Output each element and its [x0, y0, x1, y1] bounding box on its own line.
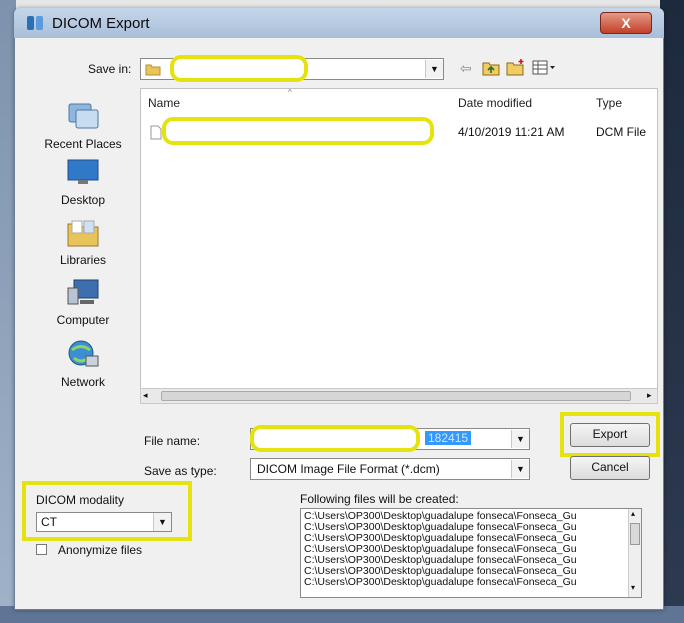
file-name-value: 182415 — [425, 431, 472, 445]
column-header-name[interactable]: Name — [148, 96, 180, 110]
file-icon — [150, 125, 162, 140]
list-item: C:\Users\OP300\Desktop\guadalupe fonseca… — [304, 533, 577, 544]
column-header-type[interactable]: Type — [596, 96, 622, 110]
file-type: DCM File — [596, 125, 646, 139]
new-folder-icon[interactable] — [506, 58, 526, 76]
scrollbar-thumb[interactable] — [630, 523, 640, 545]
modality-highlight — [22, 481, 192, 541]
libraries-icon — [67, 220, 99, 247]
save-as-type-value: DICOM Image File Format (*.dcm) — [257, 462, 440, 476]
scroll-up-icon[interactable]: ▴ — [631, 509, 635, 518]
place-label: Network — [60, 375, 105, 389]
desktop-icon — [67, 159, 99, 184]
list-item: C:\Users\OP300\Desktop\guadalupe fonseca… — [304, 577, 577, 588]
dicom-modality-label: DICOM modality — [36, 493, 125, 507]
views-menu-icon[interactable] — [532, 60, 556, 76]
chevron-down-icon[interactable]: ▼ — [153, 513, 171, 531]
place-label: Computer — [56, 313, 110, 327]
place-recent-places[interactable]: Recent Places — [30, 98, 136, 151]
place-label: Recent Places — [44, 137, 122, 151]
window-title: DICOM Export — [52, 15, 150, 32]
folder-icon — [145, 64, 161, 76]
list-item: C:\Users\OP300\Desktop\guadalupe fonseca… — [304, 544, 577, 555]
list-item: C:\Users\OP300\Desktop\guadalupe fonseca… — [304, 522, 577, 533]
places-bar: Recent Places Desktop Libraries Computer… — [30, 88, 136, 400]
dicom-modality-dropdown[interactable]: CT ▼ — [36, 512, 172, 532]
chevron-down-icon[interactable]: ▼ — [511, 430, 529, 448]
place-desktop[interactable]: Desktop — [30, 158, 136, 207]
redacted-file-name-prefix — [250, 425, 420, 452]
scrollbar-thumb[interactable] — [161, 391, 631, 401]
list-item: C:\Users\OP300\Desktop\guadalupe fonseca… — [304, 555, 577, 566]
sort-arrow-icon: ^ — [288, 88, 292, 97]
anonymize-label: Anonymize files — [58, 543, 143, 557]
dicom-modality-value: CT — [41, 515, 57, 529]
cancel-button[interactable]: Cancel — [570, 456, 650, 480]
export-button[interactable]: Export — [570, 423, 650, 447]
redacted-file-name — [162, 117, 434, 145]
files-vertical-scrollbar[interactable]: ▴ ▾ — [628, 509, 641, 597]
save-as-type-dropdown[interactable]: DICOM Image File Format (*.dcm) ▼ — [250, 458, 530, 480]
network-icon — [68, 340, 99, 367]
anonymize-checkbox[interactable] — [36, 544, 47, 555]
up-folder-icon[interactable] — [482, 60, 500, 76]
file-date-modified: 4/10/2019 11:21 AM — [458, 125, 565, 139]
save-in-label: Save in: — [88, 62, 132, 76]
redacted-folder-name — [170, 55, 308, 82]
scroll-left-icon[interactable]: ◂ — [143, 390, 148, 401]
following-files-list[interactable]: C:\Users\OP300\Desktop\guadalupe fonseca… — [300, 508, 642, 598]
file-name-label: File name: — [144, 434, 201, 448]
save-as-type-label: Save as type: — [144, 464, 217, 478]
scroll-right-icon[interactable]: ▸ — [647, 390, 652, 401]
close-button[interactable]: X — [600, 12, 652, 34]
place-label: Desktop — [60, 193, 106, 207]
place-libraries[interactable]: Libraries — [30, 218, 136, 267]
place-computer[interactable]: Computer — [30, 278, 136, 327]
following-files-label: Following files will be created: — [300, 492, 459, 506]
recent-places-icon — [68, 103, 99, 129]
app-icon — [27, 16, 43, 30]
chevron-down-icon[interactable]: ▼ — [425, 60, 443, 78]
list-item: C:\Users\OP300\Desktop\guadalupe fonseca… — [304, 511, 577, 522]
place-network[interactable]: Network — [30, 338, 136, 389]
list-item: C:\Users\OP300\Desktop\guadalupe fonseca… — [304, 566, 577, 577]
scroll-down-icon[interactable]: ▾ — [631, 583, 635, 592]
computer-icon — [67, 279, 99, 305]
back-icon[interactable]: ⇦ — [460, 60, 472, 77]
horizontal-scrollbar[interactable]: ◂ ▸ — [140, 388, 658, 404]
column-header-date-modified[interactable]: Date modified — [458, 96, 532, 110]
chevron-down-icon[interactable]: ▼ — [511, 460, 529, 478]
place-label: Libraries — [59, 253, 107, 267]
